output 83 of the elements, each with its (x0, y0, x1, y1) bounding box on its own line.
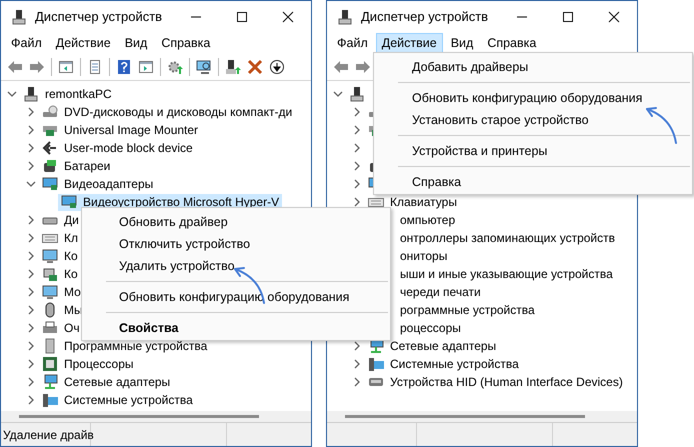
menu-item[interactable]: Обновить драйвер (82, 211, 390, 233)
menu-item[interactable]: Вид (444, 33, 480, 53)
computer-icon (368, 356, 384, 372)
tree-item[interactable]: Системные устройства (39, 392, 196, 408)
tree-item[interactable]: Процессоры (39, 356, 136, 372)
maximize-icon (236, 10, 248, 22)
monitor-icon (42, 248, 58, 264)
tree-item[interactable]: User-mode block device (39, 140, 196, 156)
tree-item[interactable]: омпьютер (397, 212, 458, 228)
tree-item[interactable]: Клавиатуры (365, 194, 460, 210)
menu-item[interactable]: Обновить конфигурацию оборудования (374, 87, 692, 109)
menu-item[interactable]: Обновить конфигурацию оборудования (82, 286, 390, 308)
window-icon[interactable] (58, 59, 74, 75)
window-icon[interactable] (138, 59, 154, 75)
menu-item[interactable]: Вид (118, 33, 154, 53)
computer-icon (42, 392, 58, 408)
document-icon[interactable] (87, 59, 103, 75)
window-title: Диспетчер устройств (361, 9, 490, 24)
tree-item[interactable]: Ко (39, 266, 81, 282)
menu-item[interactable]: Справка (374, 171, 692, 193)
computer-icon (349, 86, 365, 102)
menu-item[interactable]: Справка (481, 33, 542, 53)
tree-item[interactable]: Системные устройства (365, 356, 522, 372)
delete-icon[interactable] (247, 59, 263, 75)
tree-item[interactable]: рограммные устройства (397, 302, 538, 318)
computer-icon (23, 86, 39, 102)
tree-item[interactable]: DVD-дисководы и дисководы компакт-ди (39, 104, 296, 120)
scrollbar-thumb[interactable] (19, 415, 259, 418)
tree-item[interactable]: Сетевые адаптеры (39, 374, 174, 390)
tree-item[interactable]: Устройства HID (Human Interface Devices) (365, 374, 626, 390)
tree-item[interactable]: Ди (39, 212, 82, 228)
gear-icon[interactable] (167, 59, 183, 75)
tree-item[interactable]: Программные устройства (39, 338, 210, 354)
menu-item[interactable]: Свойства (82, 317, 390, 339)
menu-item[interactable]: Добавить драйверы (374, 56, 692, 78)
tree-item[interactable]: Universal Image Mounter (39, 122, 202, 138)
maximize-icon (562, 10, 574, 22)
chip-icon (42, 356, 58, 372)
tree-item[interactable]: онтроллеры запоминающих устройств (397, 230, 618, 246)
menu-item[interactable]: Действие (376, 33, 443, 53)
computer-icon[interactable] (225, 59, 241, 75)
close-icon (608, 10, 620, 22)
tree-item[interactable]: ыши и иные указывающие устройства (397, 266, 616, 282)
back-arrow-icon[interactable] (333, 59, 349, 75)
window-title: Диспетчер устройств (35, 9, 164, 24)
monitor-search-icon[interactable] (196, 59, 212, 75)
tree-item[interactable]: Кл (39, 230, 81, 246)
tree-item[interactable]: Мо (39, 284, 84, 300)
menu-item[interactable]: Устройства и принтеры (374, 140, 692, 162)
tree-item[interactable]: Видеоадаптеры (39, 176, 156, 192)
tree-item[interactable]: Оч (39, 320, 83, 336)
menu-item[interactable]: Действие (50, 33, 117, 53)
forward-arrow-icon[interactable] (29, 59, 45, 75)
printer-icon (42, 320, 58, 336)
monitor-icon (42, 284, 58, 300)
menu-item[interactable]: Отключить устройство (82, 233, 390, 255)
status-text: Удаление драйв (3, 428, 94, 442)
download-icon[interactable] (269, 59, 285, 75)
forward-arrow-icon[interactable] (355, 59, 371, 75)
close-icon (282, 10, 294, 22)
tree-item[interactable]: Батареи (39, 158, 114, 174)
computer-icon (11, 8, 27, 24)
battery-icon (42, 158, 58, 174)
menu-item[interactable]: Установить старое устройство (374, 109, 692, 131)
tree-item[interactable]: Ко (39, 248, 81, 264)
disc-drive-icon (42, 104, 58, 120)
tree-item[interactable]: ониторы (397, 248, 450, 264)
computer-icon (337, 8, 353, 24)
tree-item[interactable]: роцессоры (397, 320, 464, 336)
menu-item[interactable]: Файл (5, 33, 48, 53)
network-icon (42, 374, 58, 390)
menu-item[interactable]: Файл (331, 33, 374, 53)
tree-item[interactable]: череди печати (397, 284, 484, 300)
monitor-icon (61, 194, 77, 210)
monitor-icon (42, 176, 58, 192)
help-icon[interactable] (116, 59, 132, 75)
menu-item[interactable]: Справка (155, 33, 216, 53)
controller-icon (42, 266, 58, 282)
tree-item[interactable]: remontkaPC (20, 86, 115, 102)
scrollbar-thumb[interactable] (345, 415, 585, 418)
back-arrow-icon[interactable] (7, 59, 23, 75)
connector-icon (42, 140, 58, 156)
menu-item[interactable]: Удалить устройство (82, 255, 390, 277)
